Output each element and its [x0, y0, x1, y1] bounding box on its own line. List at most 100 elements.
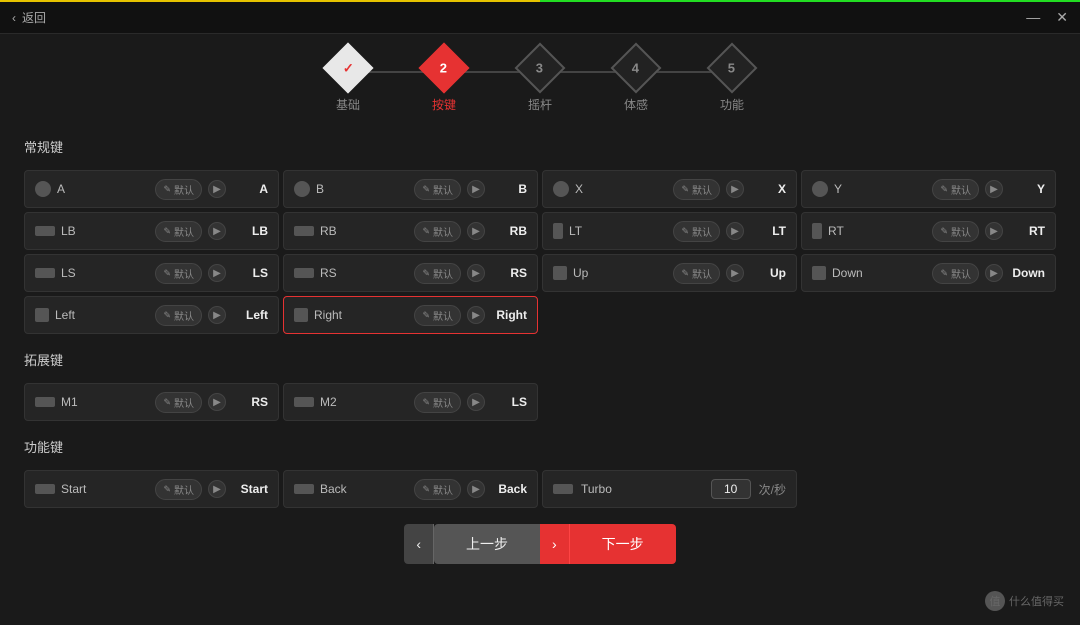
key-row-Start: Start ✎默认 ▶ Start: [24, 470, 279, 508]
key-arrow-RB[interactable]: ▶: [467, 222, 485, 240]
key-row-Turbo: Turbo 10 次/秒: [542, 470, 797, 508]
key-default-btn-Back[interactable]: ✎默认: [414, 479, 461, 500]
step-5-label: 功能: [720, 96, 744, 113]
step-1-icon: ✓: [343, 60, 354, 76]
key-icon-Up: [553, 266, 567, 280]
ext-filler-2: [801, 383, 1056, 421]
key-arrow-Up[interactable]: ▶: [726, 264, 744, 282]
key-name-A: A: [57, 182, 149, 196]
turbo-value[interactable]: 10: [711, 479, 751, 499]
minimize-button[interactable]: —: [1026, 9, 1040, 26]
step-5: 5 功能: [714, 50, 750, 113]
key-name-Turbo: Turbo: [581, 482, 638, 496]
key-default-btn-Y[interactable]: ✎默认: [932, 179, 979, 200]
regular-keys-section: 常规键 A ✎默认 ▶ A B ✎默认 ▶ B X ✎默认 ▶: [24, 137, 1056, 334]
key-default-btn-B[interactable]: ✎默认: [414, 179, 461, 200]
step-4-icon: 4: [632, 60, 639, 75]
key-arrow-LS[interactable]: ▶: [208, 264, 226, 282]
key-default-btn-Up[interactable]: ✎默认: [673, 263, 720, 284]
key-arrow-Start[interactable]: ▶: [208, 480, 226, 498]
extended-keys-section: 拓展键 M1 ✎默认 ▶ RS M2 ✎默认 ▶ LS: [24, 350, 1056, 421]
close-button[interactable]: ✕: [1056, 9, 1068, 26]
key-name-B: B: [316, 182, 408, 196]
key-icon-Right: [294, 308, 308, 322]
key-default-btn-LT[interactable]: ✎默认: [673, 221, 720, 242]
key-icon-X: [553, 181, 569, 197]
key-default-btn-RB[interactable]: ✎默认: [414, 221, 461, 242]
key-value-Right: Right: [491, 308, 527, 322]
key-icon-Left: [35, 308, 49, 322]
step-2: 2 按键: [426, 50, 462, 113]
next-arrow-button[interactable]: ›: [540, 524, 570, 564]
key-default-btn-M1[interactable]: ✎默认: [155, 392, 202, 413]
key-value-M1: RS: [232, 395, 268, 409]
key-default-btn-RS[interactable]: ✎默认: [414, 263, 461, 284]
key-default-btn-Right[interactable]: ✎默认: [414, 305, 461, 326]
watermark: 值 什么值得买: [985, 591, 1064, 611]
back-button[interactable]: ‹ 返回: [12, 9, 46, 26]
key-row-A: A ✎默认 ▶ A: [24, 170, 279, 208]
prev-button[interactable]: 上一步: [434, 524, 540, 564]
key-icon-Turbo: [553, 484, 573, 494]
grid-filler-2: [801, 296, 1056, 334]
key-arrow-X[interactable]: ▶: [726, 180, 744, 198]
key-arrow-Right[interactable]: ▶: [467, 306, 485, 324]
step-4-diamond: 4: [611, 43, 662, 94]
key-arrow-Y[interactable]: ▶: [985, 180, 1003, 198]
key-arrow-B[interactable]: ▶: [467, 180, 485, 198]
main-content: ✓ 基础 2 按键 3 摇杆 4 体感 5: [0, 34, 1080, 625]
key-default-btn-X[interactable]: ✎默认: [673, 179, 720, 200]
key-icon-Back: [294, 484, 314, 494]
key-default-btn-LS[interactable]: ✎默认: [155, 263, 202, 284]
key-default-btn-LB[interactable]: ✎默认: [155, 221, 202, 242]
key-icon-Start: [35, 484, 55, 494]
key-icon-M1: [35, 397, 55, 407]
title-bar: ‹ 返回 — ✕: [0, 2, 1080, 34]
key-arrow-M1[interactable]: ▶: [208, 393, 226, 411]
key-row-LS: LS ✎默认 ▶ LS: [24, 254, 279, 292]
key-arrow-M2[interactable]: ▶: [467, 393, 485, 411]
key-name-RT: RT: [828, 224, 926, 238]
key-icon-Y: [812, 181, 828, 197]
key-value-A: A: [232, 182, 268, 196]
key-row-RS: RS ✎默认 ▶ RS: [283, 254, 538, 292]
step-5-icon: 5: [728, 60, 735, 75]
key-default-btn-RT[interactable]: ✎默认: [932, 221, 979, 242]
key-default-btn-Down[interactable]: ✎默认: [932, 263, 979, 284]
key-arrow-Back[interactable]: ▶: [467, 480, 485, 498]
key-arrow-Down[interactable]: ▶: [985, 264, 1003, 282]
key-default-btn-A[interactable]: ✎默认: [155, 179, 202, 200]
key-name-X: X: [575, 182, 667, 196]
key-icon-B: [294, 181, 310, 197]
key-arrow-LB[interactable]: ▶: [208, 222, 226, 240]
step-connector-3-4: [558, 71, 618, 73]
step-connector-1-2: [366, 71, 426, 73]
back-label: 返回: [22, 9, 46, 26]
key-row-LB: LB ✎默认 ▶ LB: [24, 212, 279, 250]
key-name-Up: Up: [573, 266, 667, 280]
key-arrow-LT[interactable]: ▶: [726, 222, 744, 240]
key-arrow-A[interactable]: ▶: [208, 180, 226, 198]
prev-arrow-button[interactable]: ‹: [404, 524, 434, 564]
bottom-bar: ‹ 上一步 › 下一步: [24, 524, 1056, 564]
key-arrow-RS[interactable]: ▶: [467, 264, 485, 282]
key-arrow-Left[interactable]: ▶: [208, 306, 226, 324]
next-button[interactable]: 下一步: [570, 524, 676, 564]
key-row-X: X ✎默认 ▶ X: [542, 170, 797, 208]
grid-filler-1: [542, 296, 797, 334]
key-icon-LS: [35, 268, 55, 278]
key-row-B: B ✎默认 ▶ B: [283, 170, 538, 208]
key-default-btn-M2[interactable]: ✎默认: [414, 392, 461, 413]
key-value-RB: RB: [491, 224, 527, 238]
key-row-Right: Right ✎默认 ▶ Right: [283, 296, 538, 334]
key-arrow-RT[interactable]: ▶: [985, 222, 1003, 240]
key-row-M1: M1 ✎默认 ▶ RS: [24, 383, 279, 421]
key-default-btn-Left[interactable]: ✎默认: [155, 305, 202, 326]
key-icon-LB: [35, 226, 55, 236]
key-icon-RB: [294, 226, 314, 236]
key-default-btn-Start[interactable]: ✎默认: [155, 479, 202, 500]
key-icon-A: [35, 181, 51, 197]
step-3-icon: 3: [536, 60, 543, 75]
key-value-Start: Start: [232, 482, 268, 496]
key-name-Y: Y: [834, 182, 926, 196]
